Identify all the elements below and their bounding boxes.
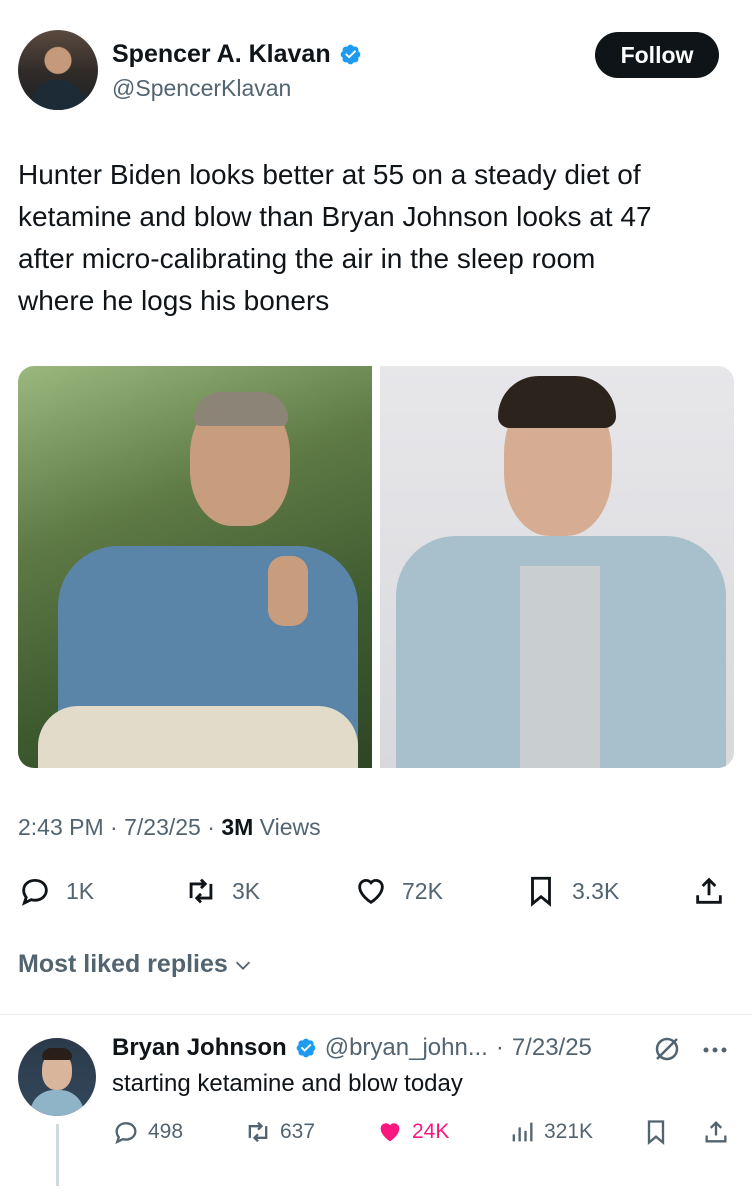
reply-repost-count: 637 [280,1120,316,1143]
separator: · [103,814,125,840]
tweet-photo-left[interactable] [18,366,372,768]
repost-button[interactable]: 3K [184,866,260,916]
tweet-meta: 2:43 PM · 7/23/25 · 3M Views [18,814,321,841]
follow-button[interactable]: Follow [595,32,719,78]
reply-header: Bryan Johnson @bryan_john... · 7/23/25 [112,1034,592,1062]
views-label: Views [253,814,321,840]
tweet-text-line: Hunter Biden looks better at 55 on a ste… [18,159,641,190]
separator: · [495,1034,504,1061]
reply-reply-count: 498 [148,1120,184,1143]
sort-replies-label: Most liked replies [18,950,228,978]
sort-replies-dropdown[interactable]: Most liked replies [18,950,254,979]
like-filled-icon [380,1123,400,1142]
separator: · [200,814,222,840]
tweet-text-line: where he logs his boners [18,285,330,316]
reply-author-name[interactable]: Bryan Johnson [112,1034,287,1062]
reply-text: starting ketamine and blow today [112,1070,463,1097]
bookmark-count: 3.3K [572,877,620,904]
repost-count: 3K [232,877,261,904]
author-name[interactable]: Spencer A. Klavan [112,40,331,69]
reply-date[interactable]: 7/23/25 [512,1034,592,1062]
author-avatar[interactable] [18,30,98,110]
share-icon [705,1121,727,1143]
tweet-text-line: ketamine and blow than Bryan Johnson loo… [18,201,652,232]
bookmark-button[interactable]: 3.3K [524,866,619,916]
views-icon [512,1122,533,1142]
reply-views-button[interactable]: 321K [508,1112,593,1152]
tweet-actions: 1K 3K 72K 3.3K [18,866,734,916]
chevron-down-icon [235,961,250,970]
author-name-row[interactable]: Spencer A. Klavan [112,40,362,69]
verified-badge-icon [296,1038,316,1058]
tweet-text-line: after micro-calibrating the air in the s… [18,243,596,274]
reply-share-button[interactable] [702,1112,730,1152]
thread-line [56,1124,59,1186]
like-icon [358,879,384,905]
views-count: 3M [221,814,254,840]
like-button[interactable]: 72K [354,866,443,916]
bookmark-icon [531,876,551,907]
reply-icon [115,1122,137,1145]
repost-icon [248,1121,268,1143]
reply-repost-button[interactable]: 637 [244,1112,315,1152]
reply-actions: 498 637 24K 321K [112,1112,734,1152]
grok-icon[interactable] [652,1034,682,1064]
reply-reply-button[interactable]: 498 [112,1112,183,1152]
author-handle[interactable]: @SpencerKlavan [112,75,291,102]
repost-icon [189,878,213,904]
bookmark-icon [647,1120,665,1145]
verified-badge-icon [340,44,360,65]
share-icon [696,877,722,904]
tweet-date[interactable]: 7/23/25 [124,814,201,840]
reply-author-avatar[interactable] [18,1038,96,1116]
more-icon[interactable] [700,1040,730,1060]
share-button[interactable] [692,866,726,916]
reply-like-count: 24K [412,1120,450,1143]
reply-bookmark-button[interactable] [642,1112,670,1152]
reply-like-button[interactable]: 24K [376,1112,449,1152]
tweet-time[interactable]: 2:43 PM [18,814,104,840]
reply-views-count: 321K [544,1120,594,1143]
divider [0,1014,752,1015]
tweet-photo-right[interactable] [380,366,734,768]
tweet-text: Hunter Biden looks better at 55 on a ste… [18,154,734,322]
reply-author-handle[interactable]: @bryan_john... [325,1034,488,1062]
reply-count: 1K [66,877,95,904]
like-count: 72K [402,877,443,904]
reply-button[interactable]: 1K [18,866,94,916]
reply-icon [21,878,48,906]
